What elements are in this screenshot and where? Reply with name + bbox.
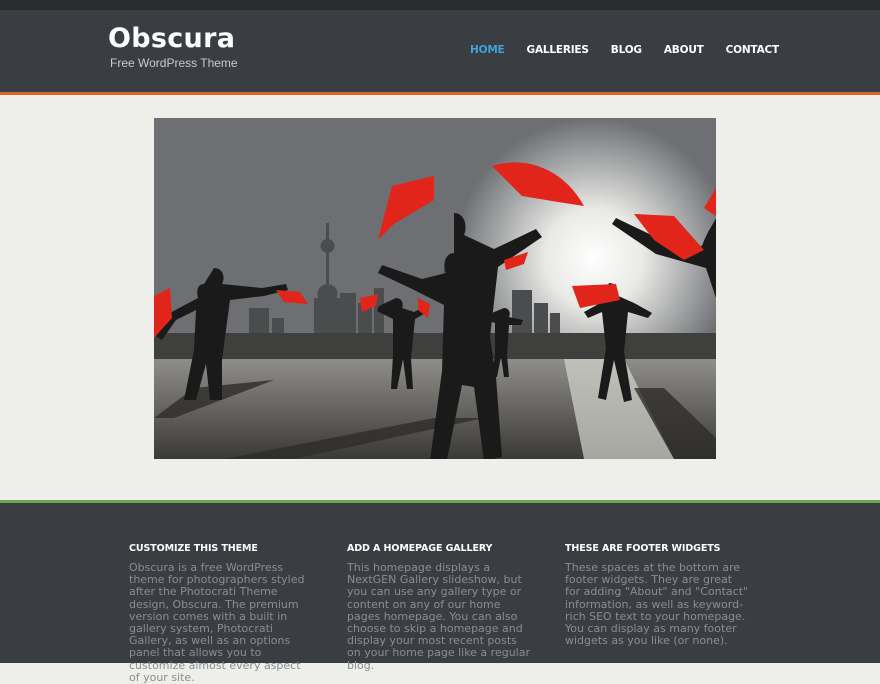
nav-item-contact[interactable]: CONTACT — [726, 44, 780, 56]
footer-widget-body: Obscura is a free WordPress theme for ph… — [129, 561, 305, 684]
nav-item-blog[interactable]: BLOG — [611, 44, 642, 56]
hero-photo[interactable] — [154, 118, 716, 459]
nav-item-galleries[interactable]: GALLERIES — [527, 44, 589, 56]
site-tagline: Free WordPress Theme — [110, 56, 238, 70]
footer-widget-homepage-gallery: ADD A HOMEPAGE GALLERY This homepage dis… — [347, 543, 532, 672]
site-footer: CUSTOMIZE THIS THEME Obscura is a free W… — [0, 500, 880, 683]
top-strip — [0, 0, 880, 10]
nav-item-about[interactable]: ABOUT — [664, 44, 704, 56]
footer-widget-body: These spaces at the bottom are footer wi… — [565, 561, 749, 648]
main-nav: HOME GALLERIES BLOG ABOUT CONTACT — [470, 44, 779, 56]
footer-widget-about: THESE ARE FOOTER WIDGETS These spaces at… — [565, 543, 750, 647]
footer-widget-title: THESE ARE FOOTER WIDGETS — [565, 543, 721, 554]
site-title[interactable]: Obscura — [108, 23, 235, 54]
footer-widget-title: ADD A HOMEPAGE GALLERY — [347, 543, 493, 554]
footer-widget-body: This homepage displays a NextGEN Gallery… — [347, 561, 530, 672]
fan-dancers-photo — [154, 118, 716, 459]
site-header: Obscura Free WordPress Theme HOME GALLER… — [0, 10, 880, 95]
nav-item-home[interactable]: HOME — [470, 44, 505, 56]
footer-widget-customize: CUSTOMIZE THIS THEME Obscura is a free W… — [129, 543, 314, 684]
footer-widget-title: CUSTOMIZE THIS THEME — [129, 543, 258, 554]
